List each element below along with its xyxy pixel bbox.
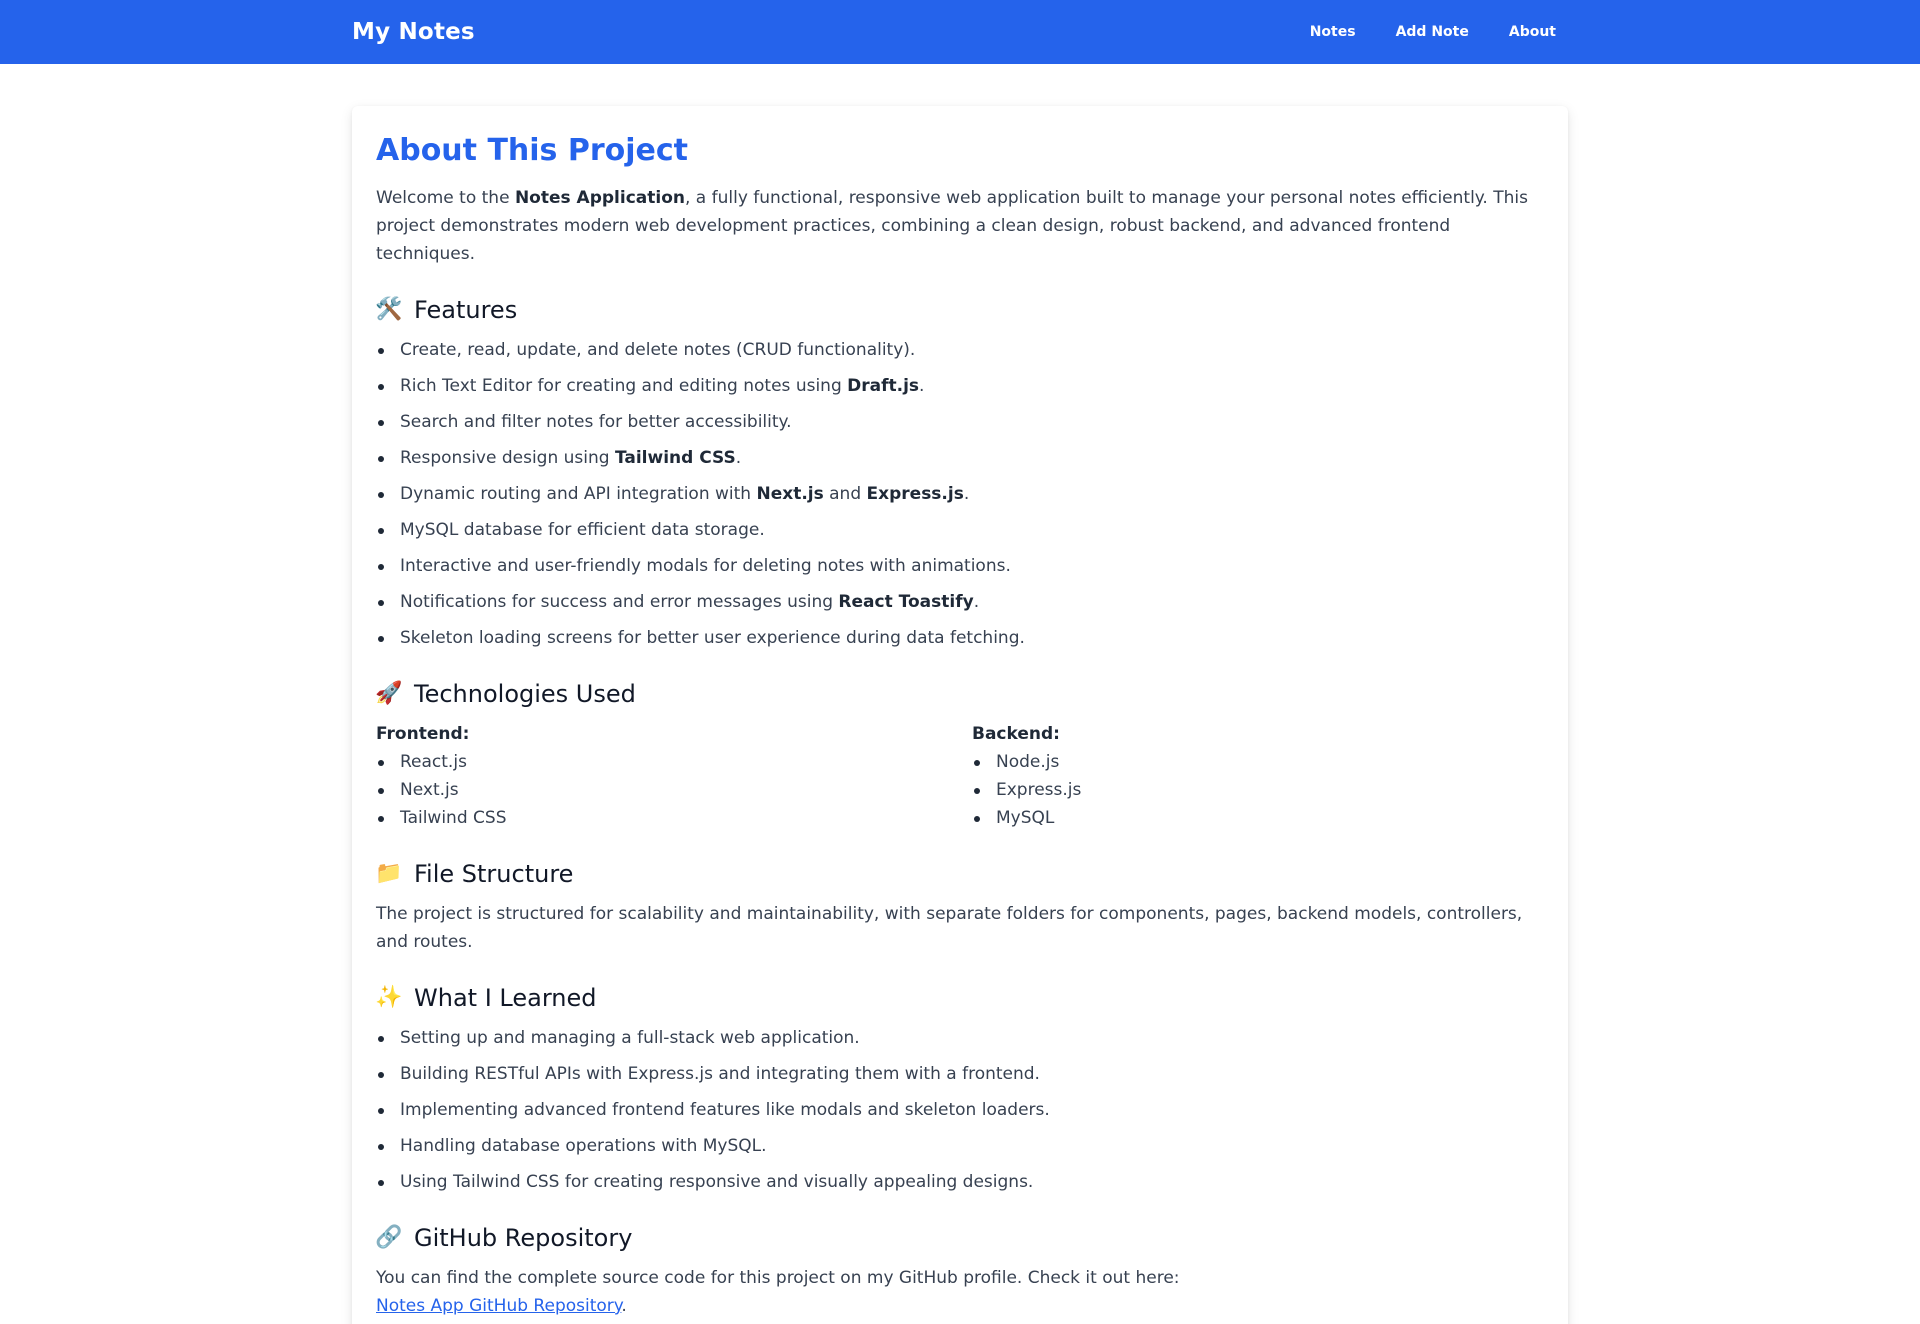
list-item: Next.js bbox=[376, 776, 948, 804]
features-list: Create, read, update, and delete notes (… bbox=[376, 336, 1544, 652]
list-item: MySQL database for efficient data storag… bbox=[376, 516, 1544, 544]
learned-heading: ✨ What I Learned bbox=[375, 982, 1544, 1014]
nav-link-notes[interactable]: Notes bbox=[1310, 24, 1356, 40]
list-item: Skeleton loading screens for better user… bbox=[376, 624, 1544, 652]
frontend-column: Frontend: React.js Next.js Tailwind CSS bbox=[376, 720, 948, 832]
list-item: Responsive design using Tailwind CSS. bbox=[376, 444, 1544, 472]
list-item: React.js bbox=[376, 748, 948, 776]
feature-text: MySQL database for efficient data storag… bbox=[400, 520, 765, 540]
feature-tech-name: Express.js bbox=[866, 484, 964, 504]
nav-link-add-note[interactable]: Add Note bbox=[1396, 24, 1469, 40]
backend-label: Backend: bbox=[972, 724, 1060, 744]
brand-logo[interactable]: My Notes bbox=[352, 19, 475, 45]
list-item: MySQL bbox=[972, 804, 1544, 832]
github-link-line: Notes App GitHub Repository. bbox=[376, 1292, 1544, 1320]
intro-paragraph: Welcome to the Notes Application, a full… bbox=[376, 184, 1544, 268]
list-item: Node.js bbox=[972, 748, 1544, 776]
list-item: Using Tailwind CSS for creating responsi… bbox=[376, 1168, 1544, 1196]
features-heading-label: Features bbox=[414, 296, 518, 324]
file-structure-heading-label: File Structure bbox=[414, 860, 574, 888]
list-item: Notifications for success and error mess… bbox=[376, 588, 1544, 616]
link-icon: 🔗 bbox=[375, 1225, 403, 1250]
feature-tech-name: Tailwind CSS bbox=[614, 448, 736, 468]
feature-text: Skeleton loading screens for better user… bbox=[400, 628, 1025, 648]
list-item: Setting up and managing a full-stack web… bbox=[376, 1024, 1544, 1052]
navbar: My Notes Notes Add Note About bbox=[0, 0, 1920, 64]
frontend-label: Frontend: bbox=[376, 724, 470, 744]
backend-column: Backend: Node.js Express.js MySQL bbox=[972, 720, 1544, 832]
github-text: You can find the complete source code fo… bbox=[376, 1268, 1180, 1288]
feature-text: Search and filter notes for better acces… bbox=[400, 412, 792, 432]
technologies-heading: 🚀 Technologies Used bbox=[375, 678, 1544, 710]
file-structure-heading: 📁 File Structure bbox=[375, 858, 1544, 890]
backend-list: Node.js Express.js MySQL bbox=[972, 748, 1544, 832]
intro-text-before: Welcome to the bbox=[376, 188, 515, 208]
list-item: Implementing advanced frontend features … bbox=[376, 1096, 1544, 1124]
intro-app-name: Notes Application bbox=[514, 188, 685, 208]
folder-icon: 📁 bbox=[375, 861, 403, 886]
learned-list: Setting up and managing a full-stack web… bbox=[376, 1024, 1544, 1196]
learned-heading-label: What I Learned bbox=[414, 984, 597, 1012]
feature-text: Notifications for success and error mess… bbox=[400, 592, 839, 612]
feature-text: Rich Text Editor for creating and editin… bbox=[400, 376, 848, 396]
list-item: Interactive and user-friendly modals for… bbox=[376, 552, 1544, 580]
feature-tech-name: Draft.js bbox=[847, 376, 920, 396]
feature-text: Dynamic routing and API integration with bbox=[400, 484, 757, 504]
feature-text: . bbox=[919, 376, 925, 396]
feature-text: Interactive and user-friendly modals for… bbox=[400, 556, 1011, 576]
github-heading: 🔗 GitHub Repository bbox=[375, 1222, 1544, 1254]
navbar-inner: My Notes Notes Add Note About bbox=[352, 0, 1568, 64]
feature-text: . bbox=[963, 484, 970, 504]
feature-text: Create, read, update, and delete notes (… bbox=[400, 340, 916, 360]
nav-link-about[interactable]: About bbox=[1509, 24, 1556, 40]
github-link-period: . bbox=[621, 1296, 627, 1316]
rocket-icon: 🚀 bbox=[375, 681, 403, 706]
list-item: Building RESTful APIs with Express.js an… bbox=[376, 1060, 1544, 1088]
technologies-grid: Frontend: React.js Next.js Tailwind CSS … bbox=[376, 720, 1544, 832]
feature-tech-name: Next.js bbox=[756, 484, 824, 504]
feature-text: Responsive design using bbox=[400, 448, 615, 468]
nav-links: Notes Add Note About bbox=[1310, 24, 1568, 40]
feature-text: . bbox=[973, 592, 980, 612]
sparkles-icon: ✨ bbox=[375, 985, 403, 1010]
file-structure-text: The project is structured for scalabilit… bbox=[376, 904, 1523, 952]
github-repo-link[interactable]: Notes App GitHub Repository bbox=[376, 1296, 621, 1316]
hammer-wrench-icon: 🛠️ bbox=[375, 297, 403, 322]
frontend-list: React.js Next.js Tailwind CSS bbox=[376, 748, 948, 832]
features-heading: 🛠️ Features bbox=[375, 294, 1544, 326]
github-heading-label: GitHub Repository bbox=[414, 1224, 633, 1252]
technologies-heading-label: Technologies Used bbox=[414, 680, 636, 708]
feature-tech-name: React Toastify bbox=[838, 592, 974, 612]
list-item: Express.js bbox=[972, 776, 1544, 804]
list-item: Rich Text Editor for creating and editin… bbox=[376, 372, 1544, 400]
list-item: Handling database operations with MySQL. bbox=[376, 1132, 1544, 1160]
list-item: Dynamic routing and API integration with… bbox=[376, 480, 1544, 508]
feature-text: . bbox=[735, 448, 742, 468]
list-item: Tailwind CSS bbox=[376, 804, 948, 832]
list-item: Search and filter notes for better acces… bbox=[376, 408, 1544, 436]
list-item: Create, read, update, and delete notes (… bbox=[376, 336, 1544, 364]
feature-text: and bbox=[823, 484, 867, 504]
page-title: About This Project bbox=[376, 133, 688, 168]
about-card: About This Project Welcome to the Notes … bbox=[352, 106, 1568, 1324]
